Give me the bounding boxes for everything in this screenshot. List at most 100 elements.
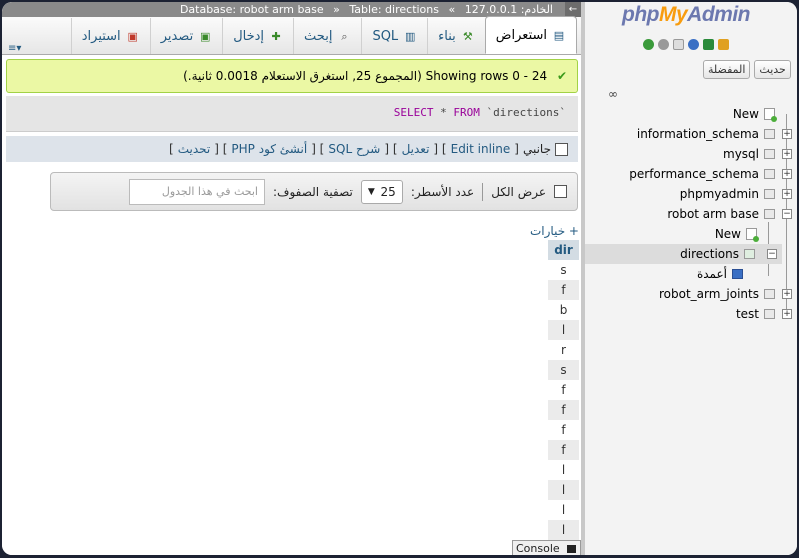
show-all-checkbox[interactable]	[554, 185, 567, 198]
tree-item-label: New	[732, 107, 759, 121]
create-php-code-link[interactable]: أنشئ كود PHP	[231, 142, 307, 156]
table-cell[interactable]: f	[548, 400, 579, 420]
table-cell[interactable]: l	[548, 480, 579, 500]
tab-label: استعراض	[495, 27, 547, 43]
table-cell[interactable]: s	[548, 360, 579, 380]
expand-icon[interactable]: +	[782, 169, 792, 179]
tree-item-directions[interactable]: directions −	[585, 244, 782, 264]
docs-icon[interactable]	[673, 39, 684, 50]
explain-sql-link[interactable]: شرح SQL	[328, 142, 380, 156]
app-window: الخادم: 127.0.0.1 » Database: robot arm …	[2, 2, 797, 555]
success-message: ✔ Showing rows 0 - 24 (المجموع 25, استغر…	[6, 59, 578, 93]
sql-window-icon[interactable]	[703, 39, 714, 50]
table-icon	[744, 249, 755, 259]
collapse-nav-button[interactable]: ←	[565, 2, 581, 17]
expand-icon[interactable]: +	[782, 189, 792, 199]
tree-item-label: New	[714, 227, 741, 241]
tree-item-phpmyadmin[interactable]: phpmyadmin +	[585, 184, 797, 204]
tree-item-robot-arm-joints[interactable]: robot_arm_joints +	[585, 284, 797, 304]
tree-item-label: information_schema	[636, 127, 759, 141]
sql-query[interactable]: SELECT * FROM `directions`	[394, 106, 566, 119]
tree-item-label: أعمدة	[696, 267, 727, 281]
tree-item-performance-schema[interactable]: performance_schema +	[585, 164, 797, 184]
breadcrumb-table[interactable]: Table: directions	[349, 3, 439, 16]
profiling-checkbox[interactable]	[555, 142, 568, 156]
tab-structure[interactable]: ⚒ بناء	[427, 18, 485, 54]
breadcrumb-server[interactable]: الخادم: 127.0.0.1	[465, 3, 553, 16]
tab-browse[interactable]: ▤ استعراض	[484, 16, 577, 54]
sql-icon: ▥	[404, 29, 416, 43]
tab-import[interactable]: ▣ استيراد	[70, 18, 150, 54]
tab-label: بناء	[438, 28, 456, 44]
tree-item-label: test	[735, 307, 759, 321]
reload-icon[interactable]	[643, 39, 654, 50]
tree-item-robot-arm-base[interactable]: robot arm base −	[585, 204, 797, 224]
tree-item-label: mysql	[723, 147, 759, 161]
tree-item-new[interactable]: New	[585, 104, 797, 124]
gear-icon[interactable]	[658, 39, 669, 50]
bracket: ] [	[384, 142, 398, 156]
sql-star: *	[440, 106, 447, 119]
collapse-icon[interactable]: −	[767, 249, 777, 259]
show-all-label: عرض الكل	[491, 184, 546, 199]
help-icon[interactable]	[688, 39, 699, 50]
table-cell[interactable]: f	[548, 280, 579, 300]
recent-button[interactable]: حديث	[754, 60, 791, 79]
breadcrumb: الخادم: 127.0.0.1 » Database: robot arm …	[2, 2, 581, 17]
edit-inline-link[interactable]: Edit inline	[451, 142, 511, 156]
refresh-link[interactable]: تحديث	[178, 142, 211, 156]
tree-item-columns[interactable]: أعمدة	[585, 264, 797, 284]
phpmyadmin-logo[interactable]: phpMyAdmin	[622, 3, 750, 27]
expand-icon[interactable]: +	[782, 289, 792, 299]
table-cell[interactable]: f	[548, 420, 579, 440]
link-icon[interactable]: ∞	[608, 87, 618, 101]
tab-search[interactable]: ⌕ إبحث	[293, 18, 361, 54]
table-cell[interactable]: l	[548, 320, 579, 340]
expand-icon[interactable]: +	[782, 309, 792, 319]
navigation-panel: phpMyAdmin حديث المفضلة ∞ New informatio…	[585, 2, 797, 555]
expand-icon[interactable]: +	[782, 149, 792, 159]
tab-bar: ▤ استعراض ⚒ بناء ▥ SQL ⌕ إبحث ✚ إدخال ▣ …	[2, 16, 581, 55]
tab-sql[interactable]: ▥ SQL	[361, 18, 427, 54]
table-cell[interactable]: l	[548, 520, 579, 540]
filter-label: تصفية الصفوف:	[272, 184, 353, 199]
tree-item-test[interactable]: test +	[585, 304, 797, 324]
navigation-bar: عرض الكل عدد الأسطر: 25 ▼ تصفية الصفوف: …	[50, 172, 578, 211]
breadcrumb-separator: »	[448, 3, 456, 16]
home-icon[interactable]	[718, 39, 729, 50]
tree-item-new-table[interactable]: New	[585, 224, 797, 244]
table-cell[interactable]: l	[548, 500, 579, 520]
tab-export[interactable]: ▣ تصدير	[149, 18, 223, 54]
options-link[interactable]: + خيارات	[530, 224, 579, 238]
table-cell[interactable]: b	[548, 300, 579, 320]
breadcrumb-separator: »	[333, 3, 340, 16]
expand-icon[interactable]: +	[782, 129, 792, 139]
table-cell[interactable]: f	[548, 380, 579, 400]
table-cell[interactable]: r	[548, 340, 579, 360]
new-db-icon	[764, 108, 777, 122]
more-tabs-button[interactable]: ▾≡	[2, 43, 27, 54]
column-header-dir[interactable]: dir	[548, 240, 579, 260]
edit-link[interactable]: تعديل	[402, 142, 430, 156]
console-icon	[567, 545, 577, 553]
rows-select[interactable]: 25 ▼	[360, 179, 403, 204]
chevron-down-icon: ▼	[367, 186, 375, 197]
table-rows: sfblrsfffflllll	[548, 260, 579, 555]
breadcrumb-database[interactable]: Database: robot arm base	[180, 3, 324, 16]
collapse-icon[interactable]: −	[782, 209, 792, 219]
table-cell[interactable]: s	[548, 260, 579, 280]
table-cell[interactable]: l	[548, 460, 579, 480]
tab-insert[interactable]: ✚ إدخال	[222, 18, 293, 54]
bracket: [	[514, 142, 519, 156]
tree-item-label: performance_schema	[629, 167, 759, 181]
filter-input[interactable]: ابحث في هذا الجدول	[128, 178, 265, 205]
bracket: ]	[169, 142, 174, 156]
tree-item-mysql[interactable]: mysql +	[585, 144, 797, 164]
table-cell[interactable]: f	[548, 440, 579, 460]
sql-query-box: SELECT * FROM `directions`	[6, 96, 578, 132]
database-icon	[764, 169, 775, 179]
console-button[interactable]: Console	[512, 540, 581, 555]
console-label: Console	[516, 542, 560, 555]
favorites-button[interactable]: المفضلة	[703, 60, 751, 79]
tree-item-information-schema[interactable]: information_schema +	[585, 124, 797, 144]
